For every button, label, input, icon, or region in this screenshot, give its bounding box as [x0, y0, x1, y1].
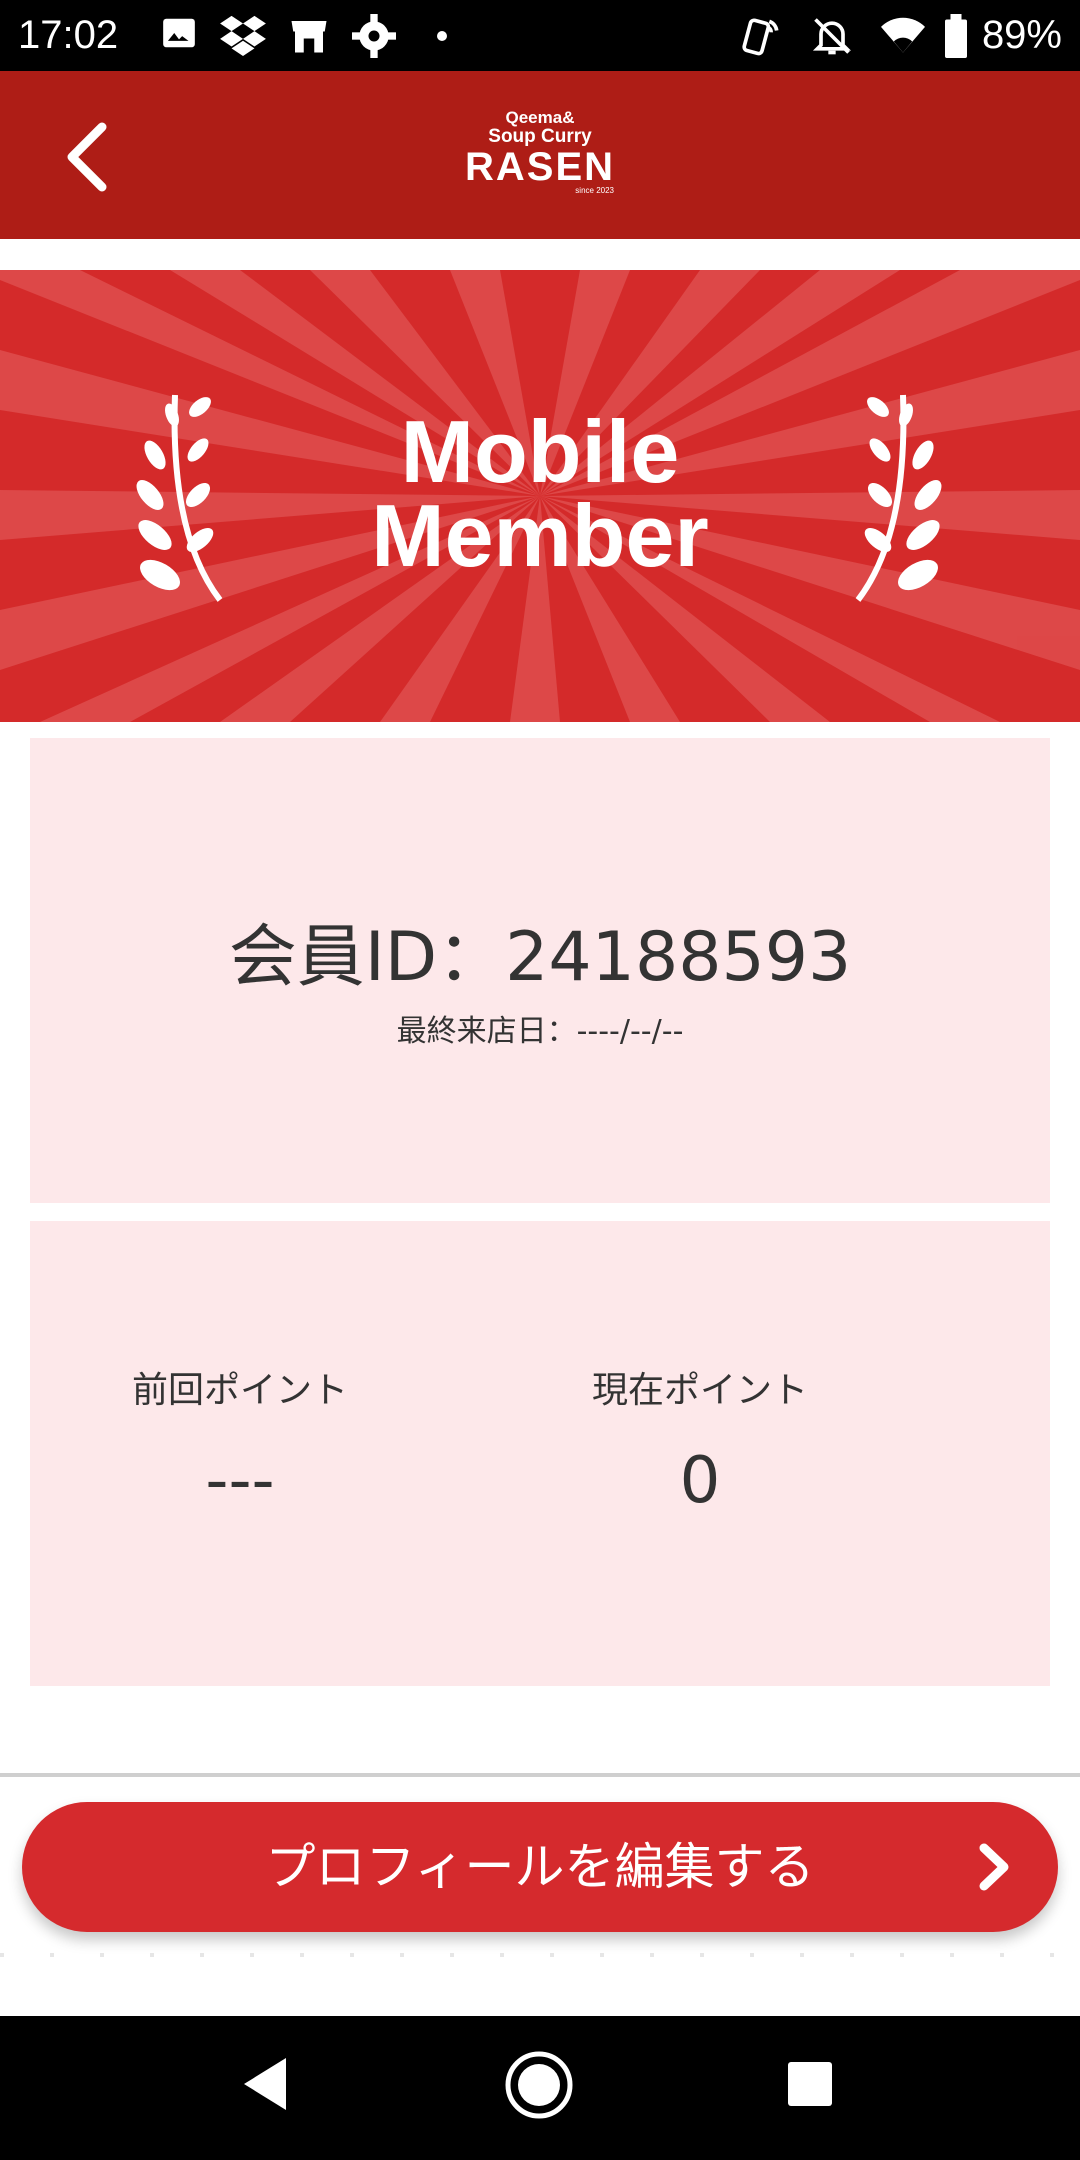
current-points-label: 現在ポイント	[591, 1370, 808, 1411]
divider	[0, 1773, 1080, 1777]
chevron-left-icon	[67, 122, 107, 192]
recents-square-icon[interactable]	[786, 2060, 834, 2108]
status-bar: 17:02 89%	[0, 0, 1080, 71]
current-points: 現在ポイント 0	[490, 1366, 910, 1526]
dotted-separator	[0, 1953, 1080, 1957]
laurel-right-icon	[855, 394, 942, 602]
app-header: Qeema& Soup Curry RASEN since 2023	[0, 71, 1080, 239]
nfc-phone-icon	[742, 18, 779, 56]
system-nav-bar	[0, 2016, 1080, 2160]
previous-points-label: 前回ポイント	[131, 1370, 348, 1411]
last-visit-date: 最終来店日：----/--/--	[396, 1014, 684, 1049]
settings-gear-icon	[352, 14, 396, 58]
member-id: 会員ID：24188593	[228, 918, 852, 997]
image-icon	[163, 18, 195, 48]
member-id-card: 会員ID：24188593 最終来店日：----/--/--	[30, 738, 1050, 1203]
dropbox-icon	[220, 15, 266, 56]
dot-icon	[437, 31, 447, 41]
membership-banner: Mobile Member	[0, 270, 1080, 722]
home-circle-icon[interactable]	[504, 2050, 574, 2120]
status-time: 17:02	[18, 13, 119, 57]
edit-profile-button[interactable]: プロフィールを編集する	[22, 1802, 1058, 1932]
battery-percent: 89%	[981, 13, 1062, 57]
back-triangle-icon[interactable]	[240, 2056, 290, 2112]
back-button[interactable]	[48, 117, 128, 197]
bell-off-icon	[812, 18, 852, 55]
previous-points: 前回ポイント ---	[30, 1366, 450, 1526]
previous-points-value: ---	[205, 1444, 275, 1518]
battery-icon	[945, 14, 967, 58]
points-card: 前回ポイント --- 現在ポイント 0	[30, 1221, 1050, 1686]
chevron-right-icon	[979, 1843, 1009, 1891]
store-icon	[291, 21, 327, 53]
wifi-icon	[881, 17, 925, 53]
edit-profile-label: プロフィールを編集する	[265, 1838, 815, 1896]
brand-logo: Qeema& Soup Curry RASEN since 2023	[464, 108, 616, 195]
current-points-value: 0	[679, 1444, 721, 1518]
